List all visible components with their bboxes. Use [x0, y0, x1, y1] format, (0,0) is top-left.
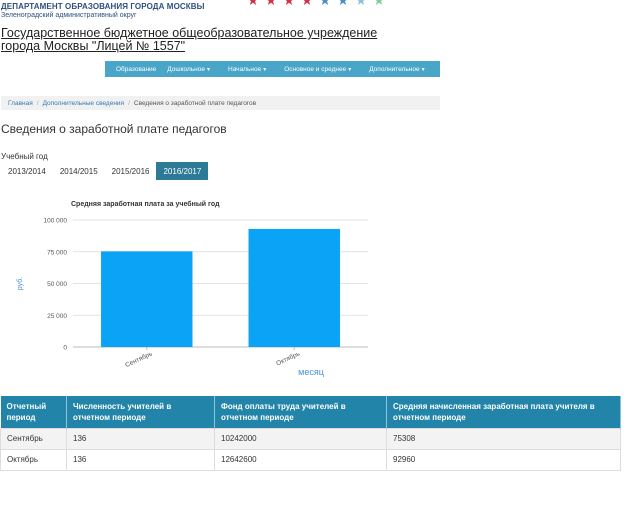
star-icon: [267, 0, 275, 5]
x-axis-label: месяц: [298, 367, 324, 377]
y-tick-label: 0: [63, 345, 67, 352]
breadcrumb-current: Сведения о заработной плате педагогов: [133, 99, 257, 107]
header-teacher-count: Численность учителей в отчетном периоде: [66, 396, 215, 428]
salary-table: Отчетный период Численность учителей в о…: [0, 396, 621, 471]
nav-item[interactable]: Основное и среднее ▾: [275, 66, 360, 73]
cell-average-salary: 92960: [386, 448, 621, 471]
star-icon: [303, 0, 311, 5]
header-average-salary: Средняя начисленная заработная плата учи…: [386, 396, 621, 428]
year-tab[interactable]: 2015/2016: [105, 162, 157, 180]
caret-down-icon: ▾: [207, 66, 211, 73]
year-tab[interactable]: 2016/2017: [156, 162, 209, 180]
nav-item-label: Начальное: [228, 65, 262, 73]
table-header-row: Отчетный период Численность учителей в о…: [0, 396, 621, 428]
department-title: ДЕПАРТАМЕНТ ОБРАЗОВАНИЯ ГОРОДА МОСКВЫ: [1, 2, 205, 11]
header-payroll-fund: Фонд оплаты труда учителей в отчетном пе…: [214, 396, 387, 428]
breadcrumb: Главная / Дополнительные сведения / Сведения…: [1, 96, 440, 110]
star-icon: [357, 0, 365, 5]
cell-period: Октябрь: [0, 448, 67, 471]
nav-item-label: Дополнительное: [369, 65, 420, 73]
nav-item-label: Основное и среднее: [284, 65, 347, 73]
decorative-stars: [248, 0, 384, 7]
header-period: Отчетный период: [0, 396, 67, 428]
chart-bar: [248, 228, 340, 347]
main-navbar: Образование Дошкольное ▾ Начальное ▾ Основное…: [105, 61, 440, 77]
caret-down-icon: ▾: [421, 66, 425, 73]
table-row: Октябрь 136 12642600 92960: [0, 448, 621, 471]
nav-item[interactable]: Дополнительное ▾: [360, 66, 433, 73]
cell-payroll-fund: 12642600: [214, 448, 387, 471]
table-row: Сентябрь 136 10242000 75308: [0, 427, 621, 450]
nav-item[interactable]: Дошкольное ▾: [158, 66, 219, 73]
nav-item[interactable]: Начальное ▾: [219, 66, 275, 73]
y-tick-label: 50 000: [47, 281, 67, 288]
breadcrumb-link[interactable]: Главная: [8, 100, 33, 107]
x-tick-label: Сентябрь: [124, 349, 154, 369]
breadcrumb-separator: /: [36, 99, 39, 107]
cell-teacher-count: 136: [66, 448, 215, 471]
caret-down-icon: ▾: [263, 66, 267, 73]
y-tick-label: 100 000: [44, 218, 68, 225]
district-label: Зеленоградский административный округ: [1, 12, 137, 19]
star-icon: [375, 0, 383, 5]
year-tab[interactable]: 2014/2015: [53, 162, 105, 180]
breadcrumb-link[interactable]: Дополнительные сведения: [43, 100, 125, 107]
x-tick-label: Октябрь: [275, 349, 302, 367]
cell-teacher-count: 136: [66, 427, 215, 450]
chart-bar: [101, 251, 193, 347]
y-tick-label: 25 000: [47, 313, 67, 320]
salary-bar-chart: Средняя заработная плата за учебный год 0…: [16, 200, 368, 377]
cell-average-salary: 75308: [386, 427, 621, 450]
nav-item[interactable]: Образование: [105, 66, 158, 73]
school-name-link[interactable]: Государственное бюджетное общеобразовате…: [1, 27, 381, 53]
year-tab[interactable]: 2013/2014: [1, 162, 53, 180]
page-title: Сведения о заработной плате педагогов: [1, 122, 227, 136]
star-icon: [321, 0, 329, 5]
year-tabs: 2013/2014 2014/2015 2015/2016 2016/2017: [1, 162, 209, 180]
cell-payroll-fund: 10242000: [214, 427, 387, 450]
y-tick-label: 75 000: [47, 249, 67, 256]
y-axis-label: руб.: [16, 277, 24, 290]
star-icon: [339, 0, 347, 5]
caret-down-icon: ▾: [348, 66, 352, 73]
cell-period: Сентябрь: [0, 427, 67, 450]
breadcrumb-separator: /: [128, 99, 130, 107]
nav-item-label: Дошкольное: [167, 65, 205, 73]
star-icon: [285, 0, 293, 5]
year-selector-label: Учебный год: [1, 152, 48, 161]
nav-item-label: Образование: [116, 65, 157, 73]
star-icon: [249, 0, 257, 5]
chart-title: Средняя заработная плата за учебный год: [71, 200, 220, 208]
